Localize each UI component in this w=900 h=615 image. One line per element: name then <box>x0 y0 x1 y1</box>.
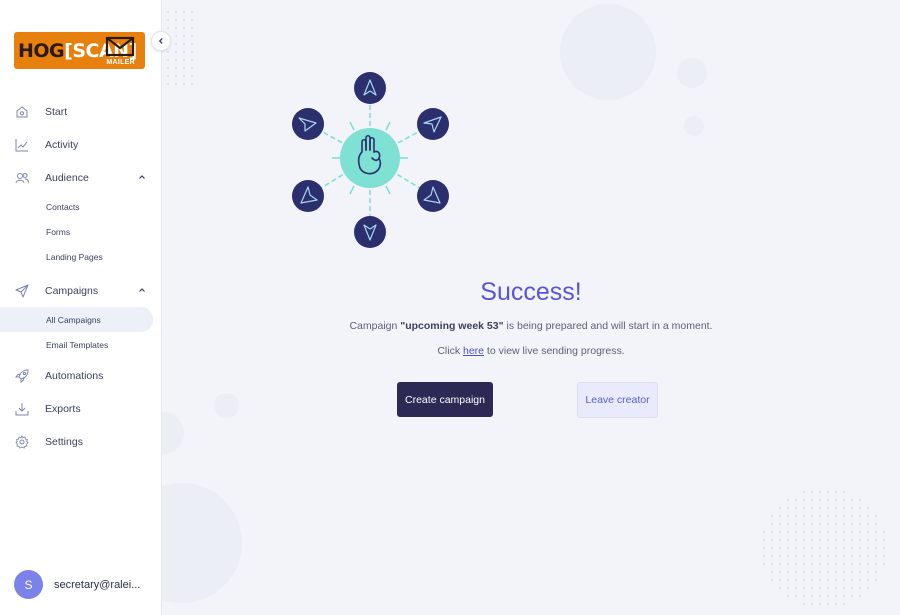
user-email: secretary@ralei... <box>54 578 141 591</box>
hogscan-mailer-logo[interactable]: HOG[SCAN] MAILER <box>14 32 145 69</box>
sidebar-item-settings[interactable]: Settings <box>0 425 162 458</box>
sidebar-subitem-contacts[interactable]: Contacts <box>0 194 162 219</box>
sidebar-item-label: Activity <box>45 138 79 151</box>
sidebar-subitem-email-templates[interactable]: Email Templates <box>0 332 162 357</box>
logo-text-hog: HOG <box>18 39 65 62</box>
chevron-left-icon <box>158 38 163 44</box>
chevron-up-icon[interactable] <box>138 173 146 181</box>
success-title: Success! <box>480 278 582 306</box>
sidebar-subitem-all-campaigns[interactable]: All Campaigns <box>0 307 153 332</box>
decor-circle <box>677 58 707 88</box>
sidebar: HOG[SCAN] MAILER Start Activity Audience <box>0 0 162 615</box>
sidebar-subitem-landing-pages[interactable]: Landing Pages <box>0 244 162 269</box>
sidebar-nav: Start Activity Audience Contacts Forms L… <box>0 95 162 458</box>
leave-creator-button[interactable]: Leave creator <box>577 382 658 418</box>
sidebar-item-label: Exports <box>45 402 81 415</box>
sidebar-item-label: Settings <box>45 435 83 448</box>
users-icon <box>15 171 29 185</box>
decor-circle <box>162 483 242 603</box>
decor-dots <box>164 8 198 88</box>
status-text-prefix: Campaign <box>349 320 401 332</box>
gear-icon <box>15 435 29 449</box>
sidebar-item-activity[interactable]: Activity <box>0 128 162 161</box>
sidebar-item-start[interactable]: Start <box>0 95 162 128</box>
download-icon <box>15 402 29 416</box>
chevron-up-icon[interactable] <box>138 286 146 294</box>
sidebar-item-campaigns[interactable]: Campaigns <box>0 274 162 307</box>
avatar[interactable]: S <box>14 570 43 599</box>
sidebar-item-label: Campaigns <box>45 284 99 297</box>
home-icon <box>15 105 29 119</box>
logo-subtitle: MAILER <box>106 59 135 66</box>
live-progress-message: Click here to view live sending progress… <box>162 345 900 357</box>
progress-text-prefix: Click <box>437 345 463 357</box>
decor-dots <box>760 488 888 608</box>
sidebar-item-label: Audience <box>45 171 89 184</box>
sidebar-subitem-forms[interactable]: Forms <box>0 219 162 244</box>
campaign-name: "upcoming week 53" <box>400 320 504 332</box>
sidebar-item-label: Automations <box>45 369 104 382</box>
status-text-suffix: is being prepared and will start in a mo… <box>503 320 713 332</box>
decor-circle <box>214 393 239 418</box>
sidebar-item-audience[interactable]: Audience <box>0 161 162 194</box>
sidebar-item-exports[interactable]: Exports <box>0 392 162 425</box>
sidebar-collapse-button[interactable] <box>151 31 171 51</box>
sidebar-item-automations[interactable]: Automations <box>0 359 162 392</box>
paper-plane-icon <box>15 284 29 298</box>
campaign-status-message: Campaign "upcoming week 53" is being pre… <box>162 320 900 332</box>
success-illustration <box>292 72 449 248</box>
rocket-icon <box>15 368 29 383</box>
decor-circle <box>162 412 184 454</box>
decor-circle <box>560 4 656 100</box>
user-profile[interactable]: S secretary@ralei... <box>14 570 149 599</box>
chart-line-icon <box>15 138 29 152</box>
live-progress-link[interactable]: here <box>463 345 484 357</box>
decor-circle <box>684 116 704 136</box>
progress-text-suffix: to view live sending progress. <box>484 345 625 357</box>
main-content <box>162 0 900 615</box>
sidebar-item-label: Start <box>45 105 68 118</box>
create-campaign-button[interactable]: Create campaign <box>397 382 493 417</box>
